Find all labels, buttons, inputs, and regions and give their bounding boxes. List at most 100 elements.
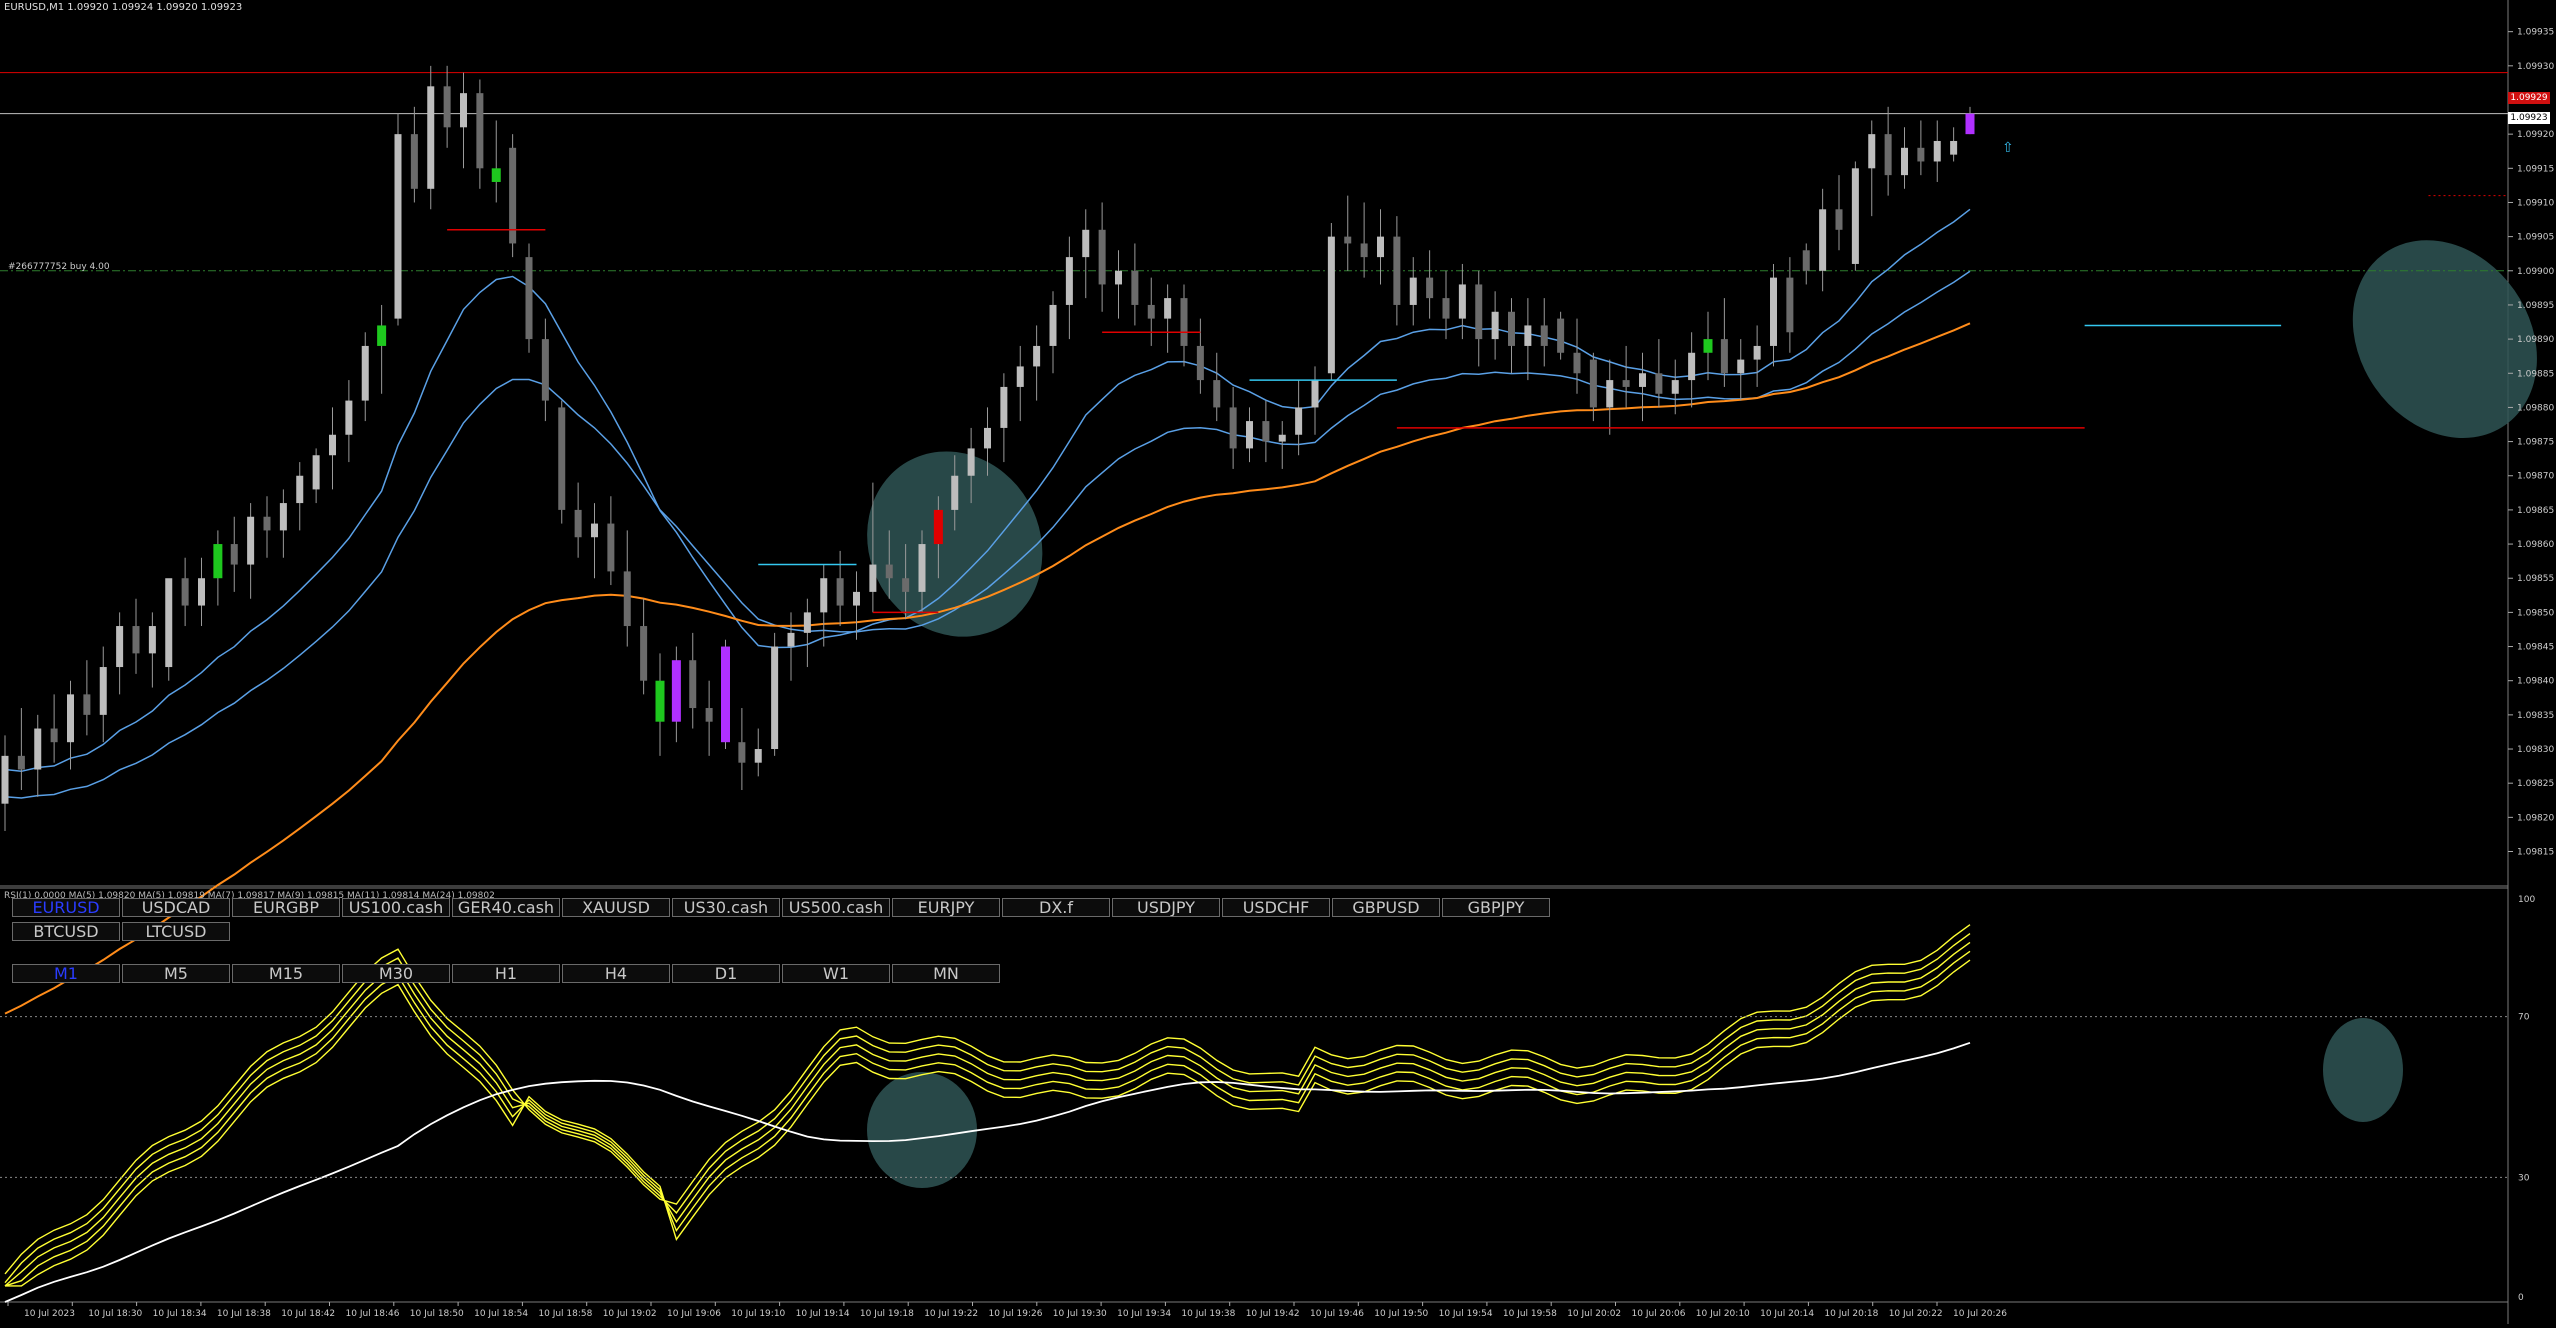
symbol-button-us500-cash[interactable]: US500.cash <box>782 898 890 917</box>
price-chart-canvas[interactable]: 1.09935 1.09930 1.09920 1.09915 1.09910 1.099… <box>0 0 2556 1324</box>
chart-title: EURUSD,M1 1.09920 1.09924 1.09920 1.0992… <box>4 2 243 13</box>
time-tick-label: 10 Jul 18:30 <box>88 1309 142 1319</box>
candle-body <box>1884 134 1892 176</box>
up-arrow-icon: ⇧ <box>2002 140 2014 156</box>
candle-body <box>1409 277 1417 305</box>
candle-body <box>1606 380 1614 408</box>
symbol-button-xauusd[interactable]: XAUUSD <box>562 898 670 917</box>
candle-body <box>116 626 124 668</box>
candle-body <box>1164 298 1172 319</box>
candle-body <box>247 516 255 565</box>
time-tick-label: 10 Jul 20:14 <box>1760 1309 1814 1319</box>
candle-body <box>1622 380 1630 387</box>
candle-body <box>1557 318 1565 353</box>
timeframe-button-w1[interactable]: W1 <box>782 964 890 983</box>
candle-body <box>1 755 9 804</box>
timeframe-button-d1[interactable]: D1 <box>672 964 780 983</box>
symbol-button-eurusd[interactable]: EURUSD <box>12 898 120 917</box>
candle-body <box>1540 325 1548 346</box>
time-tick-label: 10 Jul 19:10 <box>731 1309 785 1319</box>
candle-body <box>50 728 58 743</box>
candle-body <box>1639 373 1646 387</box>
time-tick-label: 10 Jul 19:22 <box>924 1309 978 1319</box>
time-tick-label: 10 Jul 19:38 <box>1181 1309 1235 1319</box>
symbol-button-us30-cash[interactable]: US30.cash <box>672 898 780 917</box>
symbol-button-ger40-cash[interactable]: GER40.cash <box>452 898 560 917</box>
price-tick-label: 1.09845 <box>2517 643 2554 653</box>
time-tick-label: 10 Jul 18:54 <box>474 1309 528 1319</box>
candle-body <box>1246 421 1253 449</box>
timeframe-button-m5[interactable]: M5 <box>122 964 230 983</box>
symbol-button-usdjpy[interactable]: USDJPY <box>1112 898 1220 917</box>
symbol-button-gbpjpy[interactable]: GBPJPY <box>1442 898 1550 917</box>
candle-body <box>689 660 697 709</box>
symbol-button-usdchf[interactable]: USDCHF <box>1222 898 1330 917</box>
price-tick-label: 1.09900 <box>2517 267 2554 277</box>
candle-body <box>1524 325 1532 346</box>
candle-body <box>230 544 238 565</box>
price-tick-label: 1.09855 <box>2517 574 2554 584</box>
symbol-button-ltcusd[interactable]: LTCUSD <box>122 922 230 941</box>
price-tick-label: 1.09910 <box>2517 198 2554 208</box>
candle-body <box>148 626 156 654</box>
candle-body <box>574 509 582 538</box>
candle-body <box>1720 339 1728 374</box>
symbol-button-btcusd[interactable]: BTCUSD <box>12 922 120 941</box>
candle-body <box>1475 284 1483 340</box>
candle-body <box>1819 209 1827 271</box>
candle-body <box>83 694 91 715</box>
time-tick-label: 10 Jul 20:22 <box>1889 1309 1943 1319</box>
candle-body <box>1377 236 1384 258</box>
time-tick-label: 10 Jul 19:30 <box>1053 1309 1107 1319</box>
candle-body <box>1393 236 1401 305</box>
candle-body <box>1327 236 1335 374</box>
price-tick-label: 1.09875 <box>2517 438 2554 448</box>
time-tick-label: 10 Jul 19:42 <box>1246 1309 1300 1319</box>
candle-body <box>1573 352 1581 374</box>
candle-body <box>34 728 42 770</box>
symbol-button-eurgbp[interactable]: EURGBP <box>232 898 340 917</box>
symbol-button-gbpusd[interactable]: GBPUSD <box>1332 898 1440 917</box>
symbol-button-us100-cash[interactable]: US100.cash <box>342 898 450 917</box>
price-tick-label: 1.09870 <box>2517 472 2554 482</box>
time-tick-label: 10 Jul 20:18 <box>1824 1309 1878 1319</box>
price-tick-label: 1.09930 <box>2517 62 2554 72</box>
timeframe-button-mn[interactable]: MN <box>892 964 1000 983</box>
timeframe-button-h1[interactable]: H1 <box>452 964 560 983</box>
chart-window[interactable]: 1.09935 1.09930 1.09920 1.09915 1.09910 1.099… <box>0 0 2556 1324</box>
candle-body <box>721 646 730 743</box>
candle-body <box>312 455 320 490</box>
indicator-tick-label: 0 <box>2518 1293 2524 1303</box>
candle-body <box>361 345 369 401</box>
candle-body <box>705 708 713 722</box>
candle-body <box>1065 257 1073 305</box>
time-tick-label: 10 Jul 19:26 <box>989 1309 1043 1319</box>
time-tick-label: 10 Jul 2023 <box>24 1309 75 1319</box>
timeframe-button-m30[interactable]: M30 <box>342 964 450 983</box>
candle-body <box>17 755 25 770</box>
symbol-button-eurjpy[interactable]: EURJPY <box>892 898 1000 917</box>
candle-body <box>1213 380 1221 408</box>
candle-body <box>1278 434 1286 442</box>
price-tick-label: 1.09860 <box>2517 540 2554 550</box>
candle-body <box>67 694 74 743</box>
candle-body <box>623 571 631 627</box>
timeframe-button-h4[interactable]: H4 <box>562 964 670 983</box>
timeframe-button-m15[interactable]: M15 <box>232 964 340 983</box>
candle-body <box>836 578 844 606</box>
candle-body <box>476 93 484 169</box>
time-tick-label: 10 Jul 19:34 <box>1117 1309 1171 1319</box>
symbol-button-usdcad[interactable]: USDCAD <box>122 898 230 917</box>
time-tick-label: 10 Jul 18:58 <box>538 1309 592 1319</box>
candle-body <box>213 544 223 579</box>
time-tick-label: 10 Jul 20:06 <box>1632 1309 1686 1319</box>
indicator-tick-label: 30 <box>2518 1173 2530 1183</box>
candle-body <box>984 427 991 449</box>
symbol-row-2: BTCUSD LTCUSD <box>12 922 230 941</box>
candle-body <box>198 578 205 606</box>
candle-body <box>263 516 271 531</box>
time-tick-label: 10 Jul 18:42 <box>281 1309 335 1319</box>
candle-body <box>1671 380 1679 394</box>
symbol-button-dx-f[interactable]: DX.f <box>1002 898 1110 917</box>
timeframe-button-m1[interactable]: M1 <box>12 964 120 983</box>
